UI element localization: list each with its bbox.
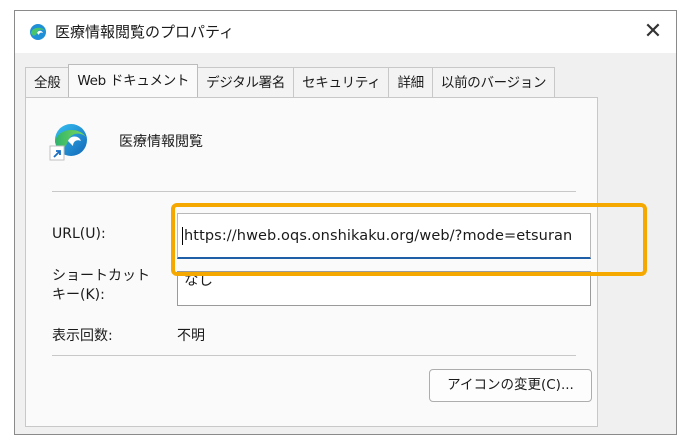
tab-strip: 全般 Web ドキュメント デジタル署名 セキュリティ 詳細 以前のバージョン	[25, 64, 556, 97]
url-value: https://hweb.oqs.onshikaku.org/web/?mode…	[184, 228, 573, 244]
edge-shortcut-icon	[49, 124, 87, 161]
tab-security[interactable]: セキュリティ	[293, 67, 390, 97]
app-name: 医療情報閲覧	[119, 134, 203, 150]
close-button[interactable]: ✕	[630, 11, 676, 53]
change-icon-button[interactable]: アイコンの変更(C)...	[429, 369, 592, 402]
tab-general[interactable]: 全般	[25, 67, 70, 97]
text-caret	[182, 227, 183, 245]
shortcut-key-input[interactable]: なし	[177, 271, 591, 306]
url-label: URL(U):	[52, 226, 106, 242]
visits-value: 不明	[177, 328, 205, 344]
shortcut-label-line2: キー(K):	[52, 287, 105, 303]
shortcut-label-line1: ショートカット	[52, 268, 150, 284]
tab-digital-signature[interactable]: デジタル署名	[197, 67, 295, 97]
tab-previous-versions[interactable]: 以前のバージョン	[431, 67, 556, 97]
tab-web-document[interactable]: Web ドキュメント	[68, 64, 199, 97]
url-input[interactable]: https://hweb.oqs.onshikaku.org/web/?mode…	[177, 213, 591, 259]
properties-dialog: 医療情報閲覧のプロパティ ✕ 全般 Web ドキュメント デジタル署名 セキュリ…	[14, 10, 677, 435]
window-title: 医療情報閲覧のプロパティ	[55, 23, 235, 41]
divider-top	[52, 191, 576, 192]
edge-icon	[30, 24, 46, 40]
close-icon: ✕	[643, 19, 663, 44]
tab-details[interactable]: 詳細	[388, 67, 433, 97]
visits-label: 表示回数:	[52, 328, 113, 344]
divider-bottom	[52, 355, 576, 356]
title-bar: 医療情報閲覧のプロパティ ✕	[15, 11, 676, 53]
shortcut-value: なし	[184, 273, 213, 289]
